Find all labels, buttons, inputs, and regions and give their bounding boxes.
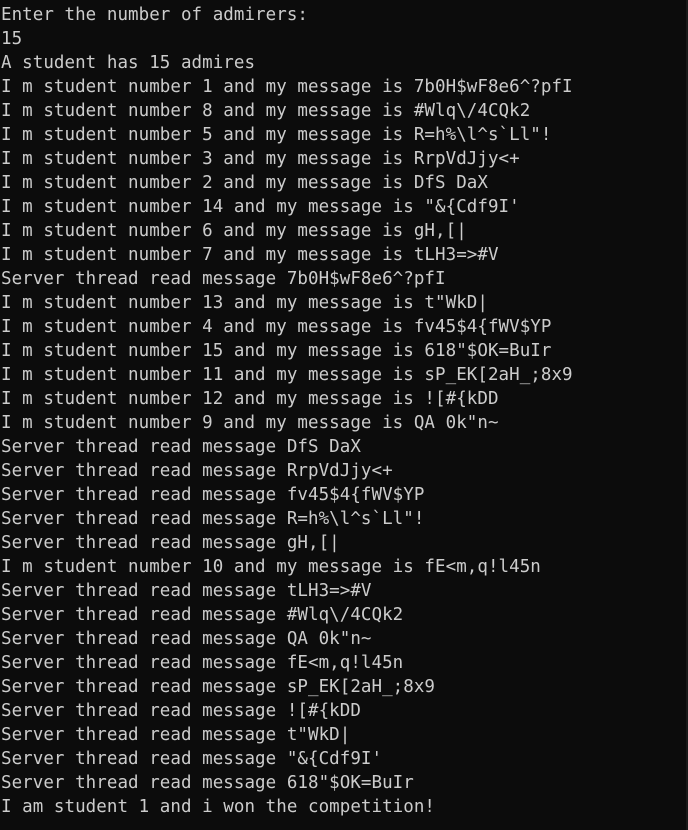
console-line: Server thread read message t"WkD| xyxy=(1,725,351,745)
console-line: I m student number 10 and my message is … xyxy=(1,557,541,577)
console-line: Server thread read message "&{Cdf9I' xyxy=(1,749,383,769)
console-line: Server thread read message sP_EK[2aH_;8x… xyxy=(1,677,436,697)
console-line: I m student number 11 and my message is … xyxy=(1,365,573,385)
console-line: Server thread read message DfS DaX xyxy=(1,437,361,457)
console-line: I m student number 5 and my message is R… xyxy=(1,125,552,145)
console-window[interactable]: Enter the number of admirers: 15 A student… xyxy=(0,0,688,830)
console-line: Server thread read message 7b0H$wF8e6^?p… xyxy=(1,269,446,289)
console-line: I am student 1 and i won the competition… xyxy=(1,797,436,817)
console-line: Server thread read message 618"$OK=BuIr xyxy=(1,773,414,793)
console-line: I m student number 13 and my message is … xyxy=(1,293,488,313)
console-line: I m student number 8 and my message is #… xyxy=(1,101,531,121)
console-line: I m student number 2 and my message is D… xyxy=(1,173,488,193)
console-line: I m student number 3 and my message is R… xyxy=(1,149,520,169)
console-line: I m student number 6 and my message is g… xyxy=(1,221,467,241)
console-line: I m student number 9 and my message is Q… xyxy=(1,413,499,433)
console-line: I m student number 7 and my message is t… xyxy=(1,245,499,265)
console-line: I m student number 4 and my message is f… xyxy=(1,317,552,337)
console-output: Enter the number of admirers: 15 A student… xyxy=(0,0,686,819)
console-line: I m student number 12 and my message is … xyxy=(1,389,499,409)
console-line: Enter the number of admirers: xyxy=(1,5,308,25)
console-line: 15 xyxy=(1,29,23,49)
console-line: Server thread read message fv45$4{fWV$YP xyxy=(1,485,425,505)
console-line: Server thread read message gH,[| xyxy=(1,533,340,553)
console-line: I m student number 15 and my message is … xyxy=(1,341,552,361)
console-line: Server thread read message ![#{kDD xyxy=(1,701,361,721)
console-line: Server thread read message R=h%\l^s`Ll"! xyxy=(1,509,425,529)
console-line: I m student number 1 and my message is 7… xyxy=(1,77,573,97)
console-line: Server thread read message fE<m,q!l45n xyxy=(1,653,404,673)
console-line: A student has 15 admires xyxy=(1,53,256,73)
console-line: Server thread read message tLH3=>#V xyxy=(1,581,372,601)
console-line: Server thread read message #Wlq\/4CQk2 xyxy=(1,605,404,625)
console-line: I m student number 14 and my message is … xyxy=(1,197,520,217)
console-line: Server thread read message QA 0k"n~ xyxy=(1,629,372,649)
console-line: Server thread read message RrpVdJjy<+ xyxy=(1,461,393,481)
